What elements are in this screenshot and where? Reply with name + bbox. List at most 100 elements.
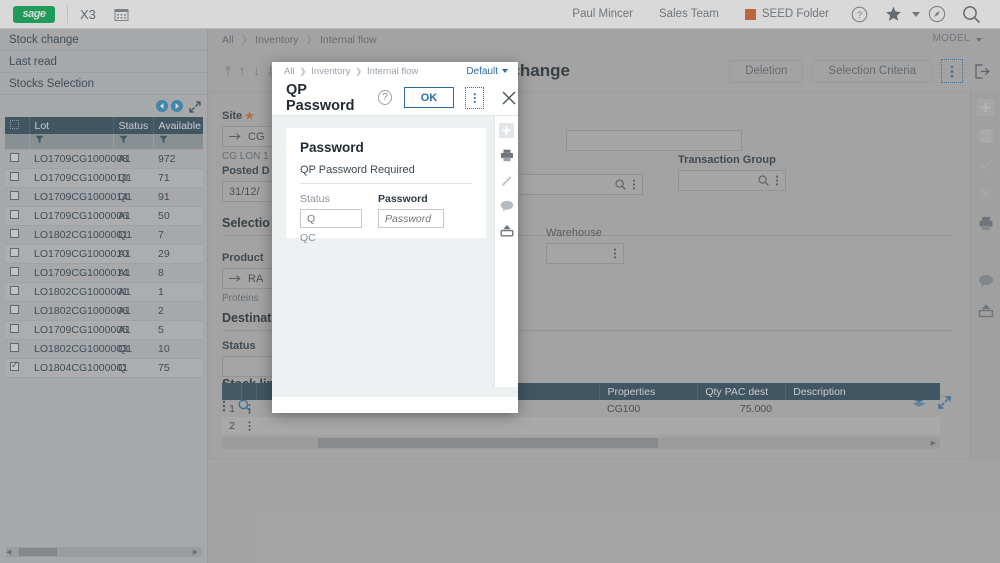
row-checkbox[interactable] bbox=[10, 190, 19, 200]
check-icon[interactable] bbox=[976, 155, 996, 175]
modal-breadcrumb-inventory[interactable]: Inventory bbox=[311, 66, 350, 77]
row-checkbox-cell[interactable] bbox=[5, 339, 29, 359]
selection-criteria-button[interactable]: Selection Criteria bbox=[812, 59, 932, 83]
scroll-right-arrow[interactable]: ▶ bbox=[193, 548, 198, 556]
chevron-down-icon[interactable] bbox=[502, 69, 508, 73]
row-checkbox-cell[interactable] bbox=[5, 225, 29, 245]
previous-record-icon[interactable]: ↑ bbox=[239, 63, 246, 79]
row-checkbox-cell[interactable] bbox=[5, 282, 29, 302]
row-checkbox-cell[interactable] bbox=[5, 206, 29, 226]
column-header-status[interactable]: Status bbox=[113, 117, 154, 134]
modal-default-selector[interactable]: Default bbox=[466, 66, 502, 77]
grid-col-description[interactable]: Description bbox=[786, 383, 940, 400]
table-row[interactable]: LO1802CG1000003 Q1 10 bbox=[5, 339, 203, 359]
row-checkbox[interactable] bbox=[10, 209, 19, 219]
print-icon[interactable] bbox=[499, 148, 514, 163]
help-icon[interactable]: ? bbox=[378, 90, 392, 105]
breadcrumb-item-internal-flow[interactable]: Internal flow bbox=[320, 34, 377, 46]
ok-button[interactable]: OK bbox=[403, 87, 455, 108]
row-kebab-icon[interactable] bbox=[242, 403, 256, 414]
comment-icon[interactable] bbox=[499, 198, 514, 213]
modal-breadcrumb-internal-flow[interactable]: Internal flow bbox=[367, 66, 418, 77]
table-row[interactable]: 2 bbox=[222, 417, 940, 434]
row-checkbox-cell[interactable] bbox=[5, 244, 29, 264]
table-row[interactable]: LO1802CG1000001 A1 1 bbox=[5, 282, 203, 302]
table-row[interactable]: LO1709CG1000010 Q1 71 bbox=[5, 168, 203, 188]
filter-status[interactable] bbox=[113, 134, 154, 150]
grid-scroll-right-arrow[interactable]: ▶ bbox=[931, 439, 936, 447]
status-input[interactable] bbox=[222, 356, 277, 377]
table-row[interactable]: LO1709CG1000010 A1 29 bbox=[5, 244, 203, 264]
breadcrumb-item-inventory[interactable]: Inventory bbox=[255, 34, 298, 46]
table-row[interactable]: LO1709CG1000014 Q1 91 bbox=[5, 187, 203, 207]
model-label[interactable]: MODEL bbox=[932, 33, 970, 44]
folder-menu[interactable]: SEED Folder bbox=[732, 0, 842, 29]
kebab-menu-icon[interactable] bbox=[465, 86, 484, 109]
grid-scrollbar-thumb[interactable] bbox=[318, 438, 658, 448]
breadcrumb-item-all[interactable]: All bbox=[222, 34, 234, 46]
row-checkbox[interactable] bbox=[10, 285, 19, 295]
row-checkbox-cell[interactable] bbox=[5, 358, 29, 378]
table-row[interactable]: LO1802CG1000006 A1 2 bbox=[5, 301, 203, 321]
star-icon[interactable] bbox=[876, 0, 910, 29]
search-icon[interactable] bbox=[954, 0, 988, 29]
star-dropdown-caret[interactable] bbox=[912, 11, 920, 17]
upload-icon[interactable] bbox=[499, 223, 514, 238]
table-row[interactable]: LO1804CG1000001Q75 bbox=[5, 358, 203, 378]
deletion-button[interactable]: Deletion bbox=[729, 59, 804, 83]
upload-icon[interactable] bbox=[976, 300, 996, 320]
first-record-icon[interactable]: ⤒ bbox=[225, 63, 231, 79]
table-row[interactable]: LO1802CG1000001 Q1 7 bbox=[5, 225, 203, 245]
row-checkbox[interactable] bbox=[10, 360, 19, 371]
filter-available[interactable] bbox=[153, 134, 203, 150]
help-icon[interactable]: ? bbox=[842, 0, 876, 29]
sage-logo[interactable]: sage bbox=[13, 5, 55, 23]
comment-icon[interactable] bbox=[976, 271, 996, 291]
filter-lot[interactable] bbox=[29, 134, 114, 150]
add-icon[interactable] bbox=[499, 123, 514, 138]
row-checkbox-cell[interactable] bbox=[5, 263, 29, 283]
grid-col-qty[interactable]: Qty PAC dest bbox=[698, 383, 787, 400]
table-row[interactable]: LO1709CG1000006 A1 50 bbox=[5, 206, 203, 226]
column-header-lot[interactable]: Lot bbox=[29, 117, 114, 134]
password-input[interactable] bbox=[378, 209, 444, 228]
user-menu[interactable]: Paul Mincer bbox=[559, 0, 646, 29]
grid-col-properties[interactable]: Properties bbox=[600, 383, 699, 400]
sidebar-item-stocks-selection[interactable]: Stocks Selection bbox=[0, 73, 207, 95]
close-icon[interactable] bbox=[976, 184, 996, 204]
save-icon[interactable] bbox=[976, 126, 996, 146]
next-record-icon[interactable]: ↓ bbox=[253, 63, 260, 79]
select-all-checkbox[interactable] bbox=[10, 119, 19, 129]
row-checkbox-cell[interactable] bbox=[5, 149, 29, 169]
print-icon[interactable] bbox=[976, 213, 996, 233]
row-checkbox[interactable] bbox=[10, 247, 19, 257]
row-checkbox[interactable] bbox=[10, 304, 19, 314]
row-checkbox[interactable] bbox=[10, 152, 19, 162]
edit-icon[interactable] bbox=[976, 242, 996, 262]
grid-horizontal-scrollbar[interactable]: ▶ bbox=[222, 437, 940, 449]
compass-icon[interactable] bbox=[920, 0, 954, 29]
calendar-icon[interactable] bbox=[114, 7, 129, 22]
row-checkbox-cell[interactable] bbox=[5, 168, 29, 188]
row-checkbox-cell[interactable] bbox=[5, 187, 29, 207]
status-input[interactable]: Q bbox=[300, 209, 362, 228]
select-all-header[interactable] bbox=[5, 117, 30, 134]
scroll-left-arrow[interactable]: ◀ bbox=[6, 548, 11, 556]
kebab-menu-icon[interactable] bbox=[941, 59, 963, 83]
column-header-available[interactable]: Available bbox=[153, 117, 203, 134]
modal-breadcrumb-all[interactable]: All bbox=[284, 66, 295, 77]
add-icon[interactable] bbox=[976, 97, 996, 117]
table-row[interactable]: LO1709CG1000008 A1 972 bbox=[5, 149, 203, 169]
edit-icon[interactable] bbox=[499, 173, 514, 188]
next-page-icon[interactable] bbox=[171, 100, 183, 112]
row-checkbox[interactable] bbox=[10, 266, 19, 276]
row-checkbox[interactable] bbox=[10, 228, 19, 238]
row-checkbox[interactable] bbox=[10, 323, 19, 333]
team-menu[interactable]: Sales Team bbox=[646, 0, 732, 29]
row-checkbox-cell[interactable] bbox=[5, 301, 29, 321]
previous-page-icon[interactable] bbox=[156, 100, 168, 112]
row-checkbox[interactable] bbox=[10, 171, 19, 181]
model-dropdown-caret[interactable] bbox=[976, 38, 982, 42]
row-checkbox[interactable] bbox=[10, 342, 19, 352]
top-right-wide-input[interactable] bbox=[566, 130, 742, 151]
